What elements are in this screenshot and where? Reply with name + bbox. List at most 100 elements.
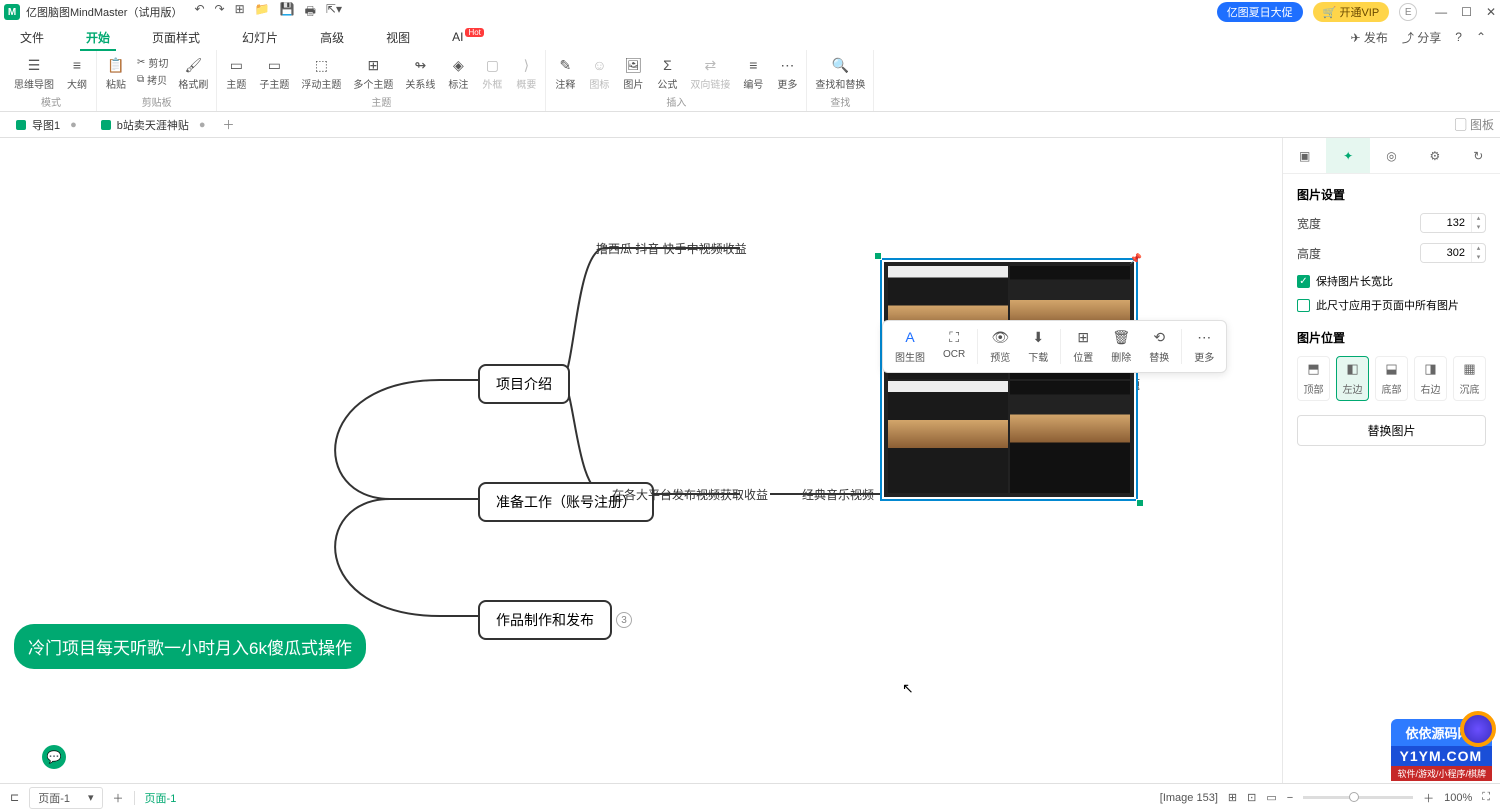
mindmap-mode-button[interactable]: ☰思维导图 (10, 54, 58, 93)
zoom-value[interactable]: 100% (1444, 792, 1472, 804)
print-icon[interactable]: 🖶 (305, 2, 316, 23)
zoom-out-icon[interactable]: − (1287, 792, 1293, 804)
redo-icon[interactable]: ↷ (215, 2, 225, 23)
child-count-badge[interactable]: 3 (616, 612, 632, 628)
download-button[interactable]: ⬇下载 (1020, 327, 1056, 366)
apply-all-checkbox[interactable] (1297, 299, 1310, 312)
pos-top-button[interactable]: ⬒顶部 (1297, 356, 1330, 401)
add-tab-button[interactable]: ＋ (220, 116, 238, 134)
format-painter-button[interactable]: 🖌格式刷 (174, 54, 212, 93)
publish-button[interactable]: ✈ 发布 (1350, 29, 1387, 46)
topic-intro[interactable]: 项目介绍 (478, 364, 570, 404)
canvas[interactable]: 冷门项目每天听歌一小时月入6k傻瓜式操作 项目介绍 准备工作（账号注册） 作品制… (0, 138, 1282, 783)
close-window-icon[interactable]: ✕ (1486, 5, 1496, 19)
document-tab-2[interactable]: b站卖天涯神贴● (91, 114, 216, 136)
topic-create[interactable]: 作品制作和发布 3 (478, 600, 612, 640)
view-grid-icon[interactable]: ⊞ (1228, 791, 1237, 804)
width-label: 宽度 (1297, 215, 1321, 232)
text-note[interactable]: 在各大平台发布视频获取收益 (612, 486, 768, 503)
position-button[interactable]: ⊞位置 (1065, 327, 1101, 366)
floating-topic-button[interactable]: ⬚浮动主题 (297, 54, 345, 93)
text-classic[interactable]: 经典音乐视频 (802, 486, 874, 503)
subtopic-button[interactable]: ▭子主题 (255, 54, 293, 93)
replace-button[interactable]: ⟲替换 (1141, 327, 1177, 366)
zoom-in-icon[interactable]: ＋ (1423, 790, 1434, 806)
copy-button[interactable]: ⧉ 拷贝 (135, 71, 170, 88)
pos-left-button[interactable]: ◧左边 (1336, 356, 1369, 401)
panel-tab-effects[interactable]: ✦ (1326, 138, 1369, 173)
quick-access-toolbar: ↶ ↷ ⊞ 📁 💾 🖶 ⇱▾ (194, 2, 342, 23)
menu-slideshow[interactable]: 幻灯片 (236, 25, 284, 50)
share-button[interactable]: ⤴ 分享 (1402, 29, 1441, 46)
root-topic[interactable]: 冷门项目每天听歌一小时月入6k傻瓜式操作 (14, 624, 366, 669)
page-label[interactable]: 页面-1 (145, 790, 177, 806)
fullscreen-icon[interactable]: ⛶ (1482, 791, 1490, 804)
view-fit-icon[interactable]: ⊡ (1247, 791, 1256, 804)
status-bar: ⊏ 页面-1▾ ＋ 页面-1 [Image 153] ⊞ ⊡ ▭ − ＋ 100… (0, 783, 1500, 811)
height-input[interactable]: ▴▾ (1420, 243, 1486, 263)
open-icon[interactable]: 📁 (255, 2, 270, 23)
close-tab-icon[interactable]: ● (199, 119, 206, 131)
keep-ratio-checkbox[interactable]: ✓ (1297, 275, 1310, 288)
delete-button[interactable]: 🗑删除 (1103, 327, 1139, 366)
replace-image-button[interactable]: 替换图片 (1297, 415, 1486, 446)
pin-icon[interactable]: 📌 (1130, 254, 1142, 265)
menu-advanced[interactable]: 高级 (314, 25, 350, 50)
topic-button[interactable]: ▭主题 (221, 54, 251, 93)
menu-file[interactable]: 文件 (14, 25, 50, 50)
icon-button: ☺图标 (584, 54, 614, 93)
vip-pill[interactable]: 🛒 开通VIP (1313, 2, 1389, 22)
outline-mode-button[interactable]: ≡大纲 (62, 54, 92, 93)
menu-view[interactable]: 视图 (380, 25, 416, 50)
promo-pill[interactable]: 亿图夏日大促 (1217, 2, 1303, 22)
pos-bottom-button[interactable]: ⬓底部 (1375, 356, 1408, 401)
add-page-button[interactable]: ＋ (113, 790, 124, 806)
export-icon[interactable]: ⇱▾ (326, 2, 342, 23)
menu-ai[interactable]: AIHot (446, 26, 490, 48)
image-button[interactable]: 🖼图片 (618, 54, 648, 93)
panel-tab-style[interactable]: ▣ (1283, 138, 1326, 173)
image-node-selected[interactable]: 📌 (880, 258, 1138, 501)
callout-button[interactable]: ◈标注 (443, 54, 473, 93)
position-title: 图片位置 (1297, 329, 1486, 346)
help-icon[interactable]: ? (1455, 30, 1462, 44)
cut-button[interactable]: ✂ 剪切 (135, 54, 170, 71)
panel-tab-history[interactable]: ↻ (1457, 138, 1500, 173)
page-selector[interactable]: 页面-1▾ (29, 787, 102, 809)
panel-toggle[interactable]: ▢ 图板 (1455, 116, 1494, 133)
number-button[interactable]: ≡编号 (738, 54, 768, 93)
paste-button[interactable]: 📋粘贴 (101, 54, 131, 93)
save-icon[interactable]: 💾 (280, 2, 295, 23)
formula-button[interactable]: Σ公式 (652, 54, 682, 93)
minimize-icon[interactable]: — (1435, 5, 1447, 19)
view-wide-icon[interactable]: ▭ (1266, 791, 1276, 804)
new-icon[interactable]: ⊞ (235, 2, 245, 23)
assistant-bubble[interactable]: 💬 (42, 745, 66, 769)
find-replace-button[interactable]: 🔍查找和替换 (811, 54, 869, 93)
menu-page-style[interactable]: 页面样式 (146, 25, 206, 50)
sidebar-toggle-icon[interactable]: ⊏ (10, 791, 19, 804)
app-icon: M (4, 4, 20, 20)
ocr-button[interactable]: ⛶OCR (935, 327, 973, 366)
user-avatar[interactable]: E (1399, 3, 1417, 21)
note-button[interactable]: ✎注释 (550, 54, 580, 93)
multi-topic-button[interactable]: ⊞多个主题 (349, 54, 397, 93)
zoom-slider[interactable] (1303, 796, 1413, 799)
undo-icon[interactable]: ↶ (194, 2, 204, 23)
pos-right-button[interactable]: ◨右边 (1414, 356, 1447, 401)
document-tab-1[interactable]: 导图1● (6, 114, 87, 136)
float-more-button[interactable]: ⋯更多 (1186, 327, 1222, 366)
ai-gen-button[interactable]: A图生图 (887, 327, 933, 366)
text-platforms[interactable]: 撸西瓜 抖音 快手中视频收益 (596, 240, 747, 257)
width-input[interactable]: ▴▾ (1420, 213, 1486, 233)
close-tab-icon[interactable]: ● (70, 119, 77, 131)
preview-button[interactable]: 👁预览 (982, 327, 1018, 366)
maximize-icon[interactable]: ☐ (1461, 5, 1472, 19)
more-insert-button[interactable]: ⋯更多 (772, 54, 802, 93)
menu-start[interactable]: 开始 (80, 25, 116, 50)
panel-tab-layout[interactable]: ◎ (1370, 138, 1413, 173)
panel-tab-theme[interactable]: ⚙ (1413, 138, 1456, 173)
pos-fill-button[interactable]: ▦沉底 (1453, 356, 1486, 401)
collapse-ribbon-icon[interactable]: ⌃ (1476, 30, 1486, 44)
relation-button[interactable]: ↬关系线 (401, 54, 439, 93)
